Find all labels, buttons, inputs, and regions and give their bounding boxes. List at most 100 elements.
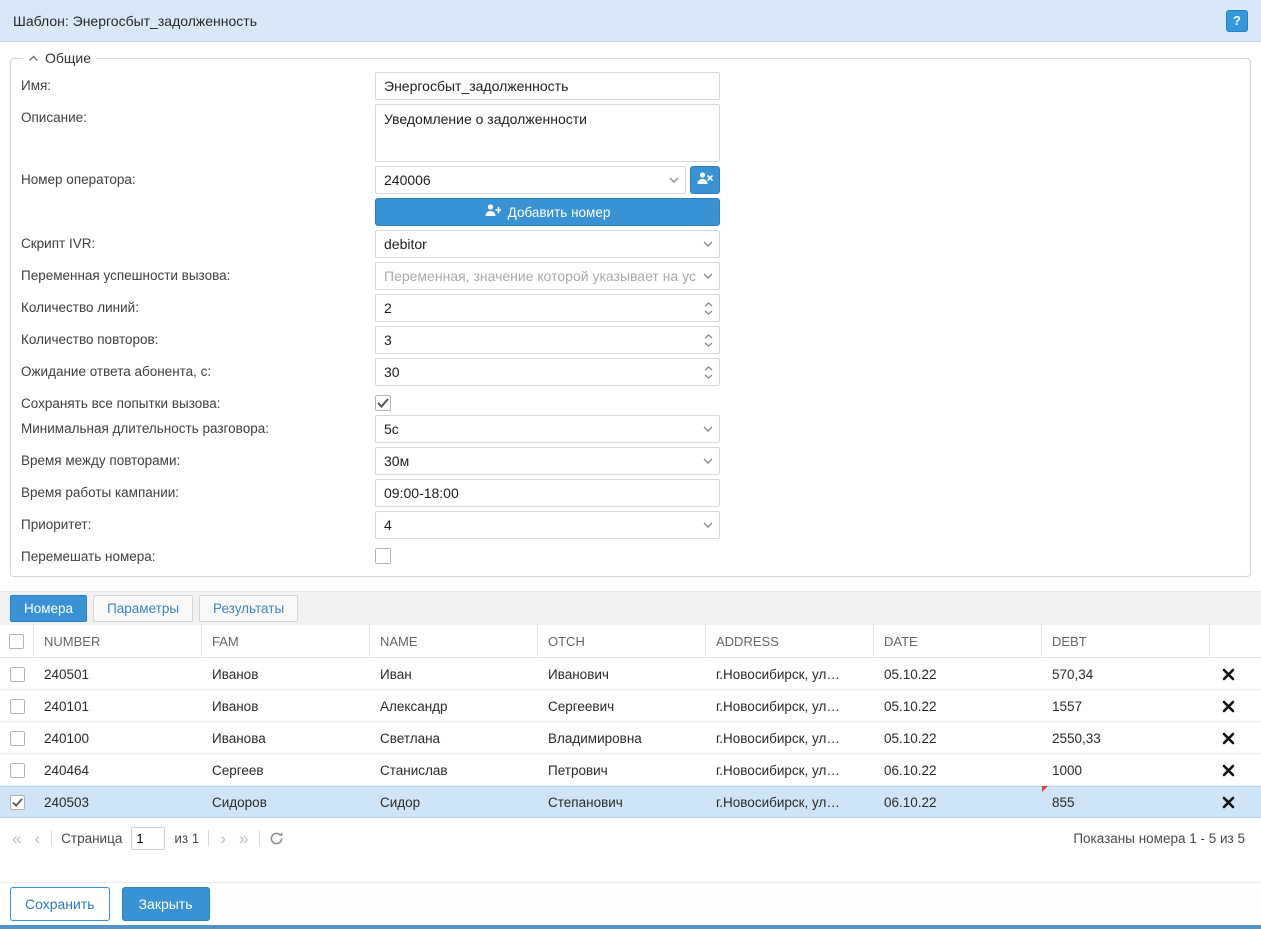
row-checkbox[interactable] [10,763,25,778]
column-header-name[interactable]: NAME [370,625,538,658]
ivr-script-label: Скрипт IVR: [21,230,375,251]
add-number-button[interactable]: Добавить номер [375,198,720,226]
min-duration-value: 5с [384,421,697,437]
table-row[interactable]: 240464 Сергеев Станислав Петрович г.Ново… [0,754,1261,786]
next-page-icon[interactable]: › [218,830,228,847]
select-all-checkbox[interactable] [9,634,24,649]
cell-address: г.Новосибирск, ул… [706,722,874,754]
grid-header: NUMBER FAM NAME OTCH ADDRESS DATE DEBT [0,625,1261,658]
cell-debt: 570,34 [1042,658,1210,690]
save-button[interactable]: Сохранить [10,887,110,921]
delete-row-icon[interactable] [1222,796,1235,809]
prev-page-icon[interactable]: ‹ [32,830,42,847]
priority-row: Приоритет: 4 [21,511,1240,539]
help-button[interactable]: ? [1226,10,1248,32]
spinner-up-icon[interactable] [704,366,713,371]
row-checkbox[interactable] [10,731,25,746]
spinner-down-icon[interactable] [704,342,713,347]
column-header-number[interactable]: NUMBER [34,625,202,658]
close-button[interactable]: Закрыть [122,887,210,921]
success-variable-row: Переменная успешности вызова: Переменная… [21,262,1240,290]
repeats-count-input[interactable] [376,327,719,353]
repeat-interval-combo[interactable]: 30м [375,447,720,475]
chevron-down-icon[interactable] [697,273,719,279]
tab-results[interactable]: Результаты [199,595,298,622]
min-duration-combo[interactable]: 5с [375,415,720,443]
answer-wait-input[interactable] [376,359,719,385]
description-row: Описание: Уведомление о задолженности [21,104,1240,162]
paging-toolbar: « ‹ Страница из 1 › » Показаны номера 1 … [0,818,1261,858]
add-number-spacer [21,198,375,204]
delete-row-icon[interactable] [1222,668,1235,681]
min-duration-row: Минимальная длительность разговора: 5с [21,415,1240,443]
table-row[interactable]: 240501 Иванов Иван Иванович г.Новосибирс… [0,658,1261,690]
cell-debt: 2550,33 [1042,722,1210,754]
template-window: Шаблон: Энергосбыт_задолженность ? Общие… [0,0,1261,929]
lines-count-input[interactable] [376,295,719,321]
operator-number-combo[interactable]: 240006 [375,166,686,194]
spinner-up-icon[interactable] [704,334,713,339]
cell-debt: 1557 [1042,690,1210,722]
cell-otch: Иванович [538,658,706,690]
spinner-down-icon[interactable] [704,374,713,379]
delete-row-icon[interactable] [1222,700,1235,713]
delete-row-icon[interactable] [1222,732,1235,745]
collapse-icon[interactable] [28,55,39,62]
repeats-count-row: Количество повторов: [21,326,1240,354]
remove-operator-button[interactable] [690,166,720,194]
tab-parameters[interactable]: Параметры [93,595,193,622]
grid-body: 240501 Иванов Иван Иванович г.Новосибирс… [0,658,1261,818]
table-row[interactable]: 240100 Иванова Светлана Владимировна г.Н… [0,722,1261,754]
save-attempts-checkbox[interactable] [375,395,391,411]
ivr-script-combo[interactable]: debitor [375,230,720,258]
cell-name: Иван [370,658,538,690]
footer-bar: Сохранить Закрыть [0,882,1261,929]
name-input[interactable] [375,72,720,100]
last-page-icon[interactable]: » [237,830,250,847]
delete-row-icon[interactable] [1222,764,1235,777]
shuffle-checkbox[interactable] [375,548,391,564]
toolbar-separator [208,830,209,846]
table-row[interactable]: 240503 Сидоров Сидор Степанович г.Новоси… [0,786,1261,818]
save-attempts-label: Сохранять все попытки вызова: [21,390,375,411]
chevron-down-icon[interactable] [697,241,719,247]
row-checkbox[interactable] [10,667,25,682]
first-page-icon[interactable]: « [10,830,23,847]
tab-numbers[interactable]: Номера [10,595,87,622]
repeat-interval-row: Время между повторами: 30м [21,447,1240,475]
window-title: Шаблон: Энергосбыт_задолженность [13,13,257,29]
column-header-fam[interactable]: FAM [202,625,370,658]
table-row[interactable]: 240101 Иванов Александр Сергеевич г.Ново… [0,690,1261,722]
cell-date: 05.10.22 [874,722,1042,754]
cell-debt: 855 [1042,786,1210,818]
column-header-debt[interactable]: DEBT [1042,625,1210,658]
operator-number-label: Номер оператора: [21,166,375,187]
repeats-count-label: Количество повторов: [21,326,375,347]
tab-numbers-label: Номера [24,601,73,616]
description-label: Описание: [21,104,375,125]
column-header-address[interactable]: ADDRESS [706,625,874,658]
column-header-otch[interactable]: OTCH [538,625,706,658]
success-variable-combo[interactable]: Переменная, значение которой указывает н… [375,262,720,290]
refresh-icon[interactable] [269,831,284,846]
page-number-input[interactable] [131,827,165,850]
row-checkbox[interactable] [10,795,25,810]
priority-label: Приоритет: [21,511,375,532]
description-input[interactable]: Уведомление о задолженности [375,104,720,162]
campaign-time-input[interactable] [375,479,720,507]
priority-value: 4 [384,517,697,533]
cell-address: г.Новосибирск, ул… [706,690,874,722]
chevron-down-icon[interactable] [697,458,719,464]
operator-number-row: Номер оператора: 240006 [21,166,1240,194]
priority-combo[interactable]: 4 [375,511,720,539]
spinner-up-icon[interactable] [704,302,713,307]
cell-fam: Иванов [202,658,370,690]
cell-name: Светлана [370,722,538,754]
column-header-date[interactable]: DATE [874,625,1042,658]
row-checkbox[interactable] [10,699,25,714]
chevron-down-icon[interactable] [697,522,719,528]
chevron-down-icon[interactable] [697,426,719,432]
spinner-down-icon[interactable] [704,310,713,315]
lines-count-row: Количество линий: [21,294,1240,322]
chevron-down-icon[interactable] [663,177,685,183]
